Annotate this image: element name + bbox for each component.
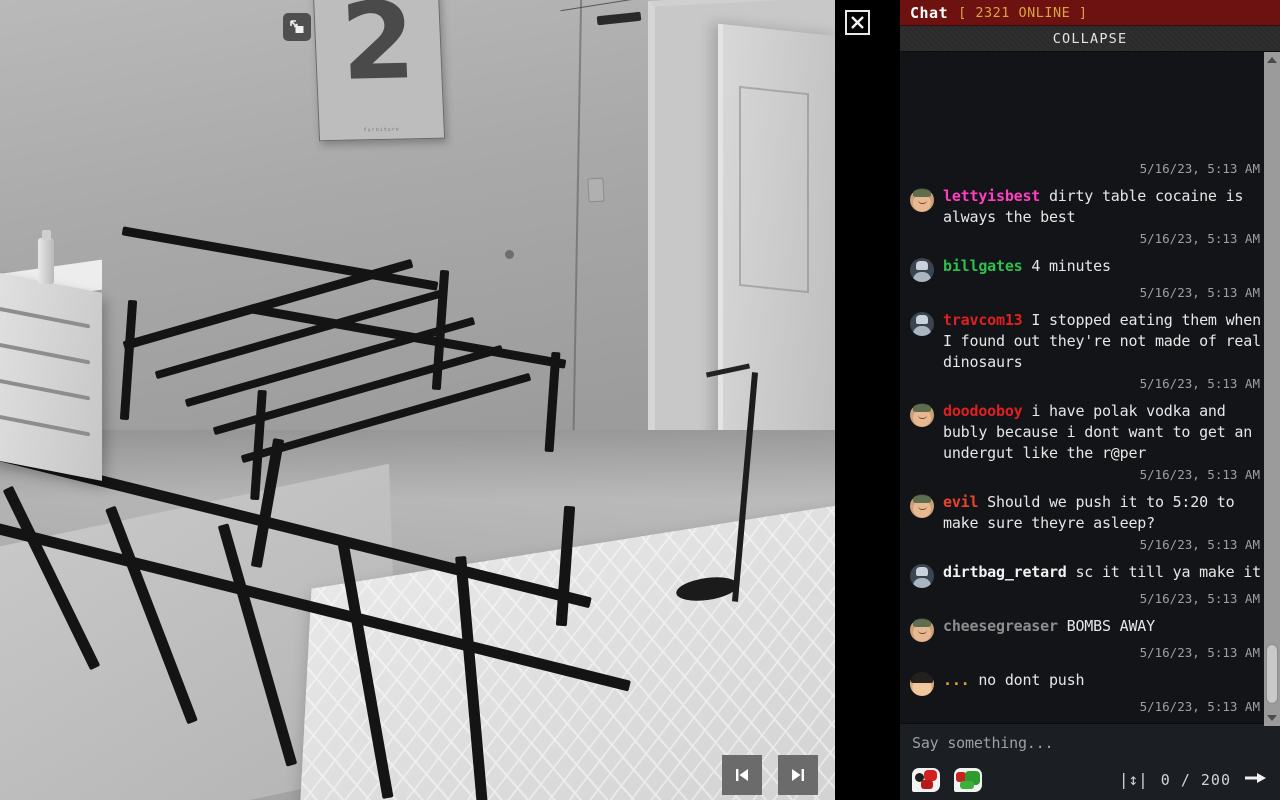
- message-username[interactable]: lettyisbest: [943, 187, 1040, 205]
- message-body: evil Should we push it to 5:20 to make s…: [943, 492, 1264, 534]
- message-timestamp: 5/16/23, 5:13 AM: [908, 228, 1264, 255]
- message-body: billgates 4 minutes: [943, 256, 1264, 277]
- message-username[interactable]: travcom13: [943, 311, 1022, 329]
- bottle: [38, 238, 54, 284]
- drawer-line: [0, 415, 90, 437]
- message-body: travcom13 I stopped eating them when I f…: [943, 310, 1264, 373]
- scrollbar-thumb[interactable]: [1266, 644, 1278, 704]
- input-toolbar: |↕| 0 / 200: [912, 768, 1268, 792]
- emote-buttons: [912, 768, 982, 792]
- drawer-line: [0, 343, 90, 365]
- bottle-cap: [42, 230, 51, 240]
- message-body: dirtbag_retard sc it till ya make it: [943, 562, 1264, 583]
- poster-number: 2: [314, 0, 442, 96]
- message-username[interactable]: doodooboy: [943, 402, 1022, 420]
- door-panel: [739, 86, 809, 293]
- chat-title: Chat: [910, 4, 948, 22]
- chat-message: evil Should we push it to 5:20 to make s…: [908, 491, 1264, 534]
- message-username[interactable]: dirtbag_retard: [943, 563, 1067, 581]
- playback-controls: [722, 755, 818, 795]
- avatar[interactable]: [910, 564, 934, 588]
- message-username[interactable]: cheesegreaser: [943, 617, 1058, 635]
- message-timestamp: 5/16/23, 5:13 AM: [908, 642, 1264, 669]
- close-icon[interactable]: [845, 10, 870, 35]
- message-timestamp: 5/16/23, 5:13 AM: [908, 158, 1264, 185]
- avatar[interactable]: [910, 403, 934, 427]
- message-text: no dont push: [970, 671, 1085, 689]
- message-text: 4 minutes: [1022, 257, 1110, 275]
- emote-red-icon[interactable]: [912, 768, 940, 792]
- message-username[interactable]: evil: [943, 493, 978, 511]
- chat-message: billgates 4 minutes: [908, 255, 1264, 282]
- message-text: BOMBS AWAY: [1058, 617, 1155, 635]
- app-root: 2 furniture: [0, 0, 1280, 800]
- scroll-up-icon[interactable]: [1264, 52, 1280, 68]
- chat-header: Chat [ 2321 ONLINE ]: [900, 0, 1280, 26]
- collapse-button[interactable]: COLLAPSE: [900, 26, 1280, 52]
- chat-message: dirtbag_retard sc it till ya make it: [908, 561, 1264, 588]
- message-body: ... no dont push: [943, 670, 1264, 691]
- online-count: [ 2321 ONLINE ]: [958, 5, 1087, 21]
- skip-back-button[interactable]: [722, 755, 762, 795]
- message-timestamp: 5/16/23, 5:13 AM: [908, 588, 1264, 615]
- chat-message: lettyisbest dirty table cocaine is alway…: [908, 185, 1264, 228]
- wall-poster: 2 furniture: [313, 0, 445, 141]
- camera-feed: 2 furniture: [0, 0, 835, 800]
- message-timestamp: 5/16/23, 5:13 AM: [908, 373, 1264, 400]
- wall-outlet: [587, 178, 604, 203]
- message-username[interactable]: billgates: [943, 257, 1022, 275]
- message-body: doodooboy i have polak vodka and bubly b…: [943, 401, 1264, 464]
- scroll-down-icon[interactable]: [1264, 710, 1280, 726]
- message-timestamp: 5/16/23, 5:13 AM: [908, 696, 1264, 723]
- char-counter: 0 / 200: [1161, 771, 1231, 789]
- message-text: sc it till ya make it: [1067, 563, 1261, 581]
- wall-mark: [505, 250, 514, 259]
- drawer-line: [0, 379, 90, 401]
- avatar[interactable]: [910, 494, 934, 518]
- avatar[interactable]: [910, 258, 934, 282]
- message-text: Should we push it to 5:20 to make sure t…: [943, 493, 1234, 532]
- message-username[interactable]: ...: [943, 671, 970, 689]
- message-timestamp: 5/16/23, 5:13 AM: [908, 534, 1264, 561]
- input-right-tools: |↕| 0 / 200: [1119, 770, 1268, 790]
- chat-message: travcom13 I stopped eating them when I f…: [908, 309, 1264, 373]
- avatar[interactable]: [910, 672, 934, 696]
- chat-input-area: Say something...: [900, 723, 1280, 800]
- chat-scrollbar[interactable]: [1264, 52, 1280, 726]
- drawer-line: [0, 307, 90, 329]
- picture-in-picture-icon[interactable]: [283, 13, 311, 41]
- video-player[interactable]: 2 furniture: [0, 0, 835, 800]
- message-list[interactable]: 5/16/23, 5:13 AMlettyisbest dirty table …: [900, 52, 1280, 723]
- chat-message: ... no dont push: [908, 669, 1264, 696]
- divider-strip: [835, 0, 900, 800]
- emote-green-icon[interactable]: [954, 768, 982, 792]
- dresser: [0, 271, 102, 481]
- message-body: cheesegreaser BOMBS AWAY: [943, 616, 1264, 637]
- chat-message: doodooboy i have polak vodka and bubly b…: [908, 400, 1264, 464]
- avatar[interactable]: [910, 188, 934, 212]
- message-list-inner: 5/16/23, 5:13 AMlettyisbest dirty table …: [908, 158, 1264, 723]
- message-body: lettyisbest dirty table cocaine is alway…: [943, 186, 1264, 228]
- avatar[interactable]: [910, 618, 934, 642]
- send-icon[interactable]: [1244, 770, 1268, 790]
- avatar[interactable]: [910, 312, 934, 336]
- poster-caption: furniture: [320, 126, 444, 135]
- skip-forward-button[interactable]: [778, 755, 818, 795]
- resize-handle-icon[interactable]: |↕|: [1119, 772, 1148, 788]
- message-timestamp: 5/16/23, 5:13 AM: [908, 464, 1264, 491]
- chat-panel: Chat [ 2321 ONLINE ] COLLAPSE 5/16/23, 5…: [900, 0, 1280, 800]
- chat-message: cheesegreaser BOMBS AWAY: [908, 615, 1264, 642]
- message-timestamp: 5/16/23, 5:13 AM: [908, 282, 1264, 309]
- chat-input[interactable]: Say something...: [912, 734, 1268, 768]
